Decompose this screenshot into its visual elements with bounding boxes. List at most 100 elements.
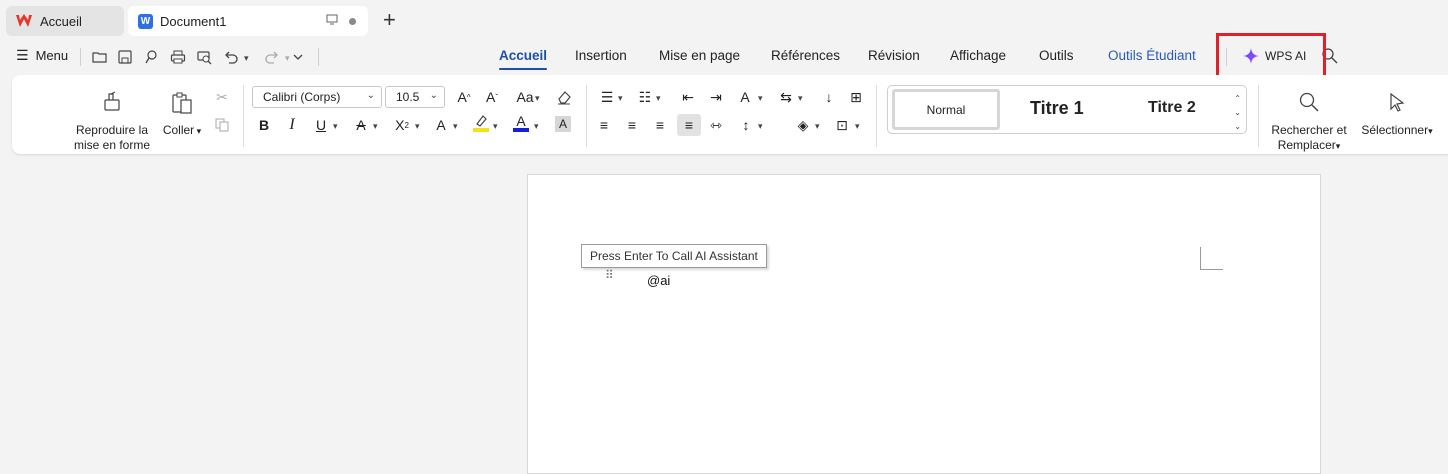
tab-home-label: Accueil bbox=[40, 13, 82, 29]
line-spacing-icon[interactable]: ↕ bbox=[737, 116, 755, 134]
paste-button[interactable]: Coller ▾ bbox=[160, 91, 204, 139]
borders-icon[interactable]: ⊡ bbox=[833, 116, 851, 134]
asian-layout-icon[interactable]: ⇆ bbox=[777, 88, 795, 106]
menu-button[interactable]: ☰ Menu bbox=[16, 47, 68, 64]
text-direction-dropdown-icon[interactable]: ▾ bbox=[758, 93, 763, 104]
font-size-select[interactable]: 10.5 ⌄ bbox=[385, 86, 445, 108]
find-replace-label-2: Remplacer bbox=[1277, 138, 1336, 152]
expand-icon[interactable]: ⌄ bbox=[1234, 120, 1241, 134]
ai-assistant-tooltip: Press Enter To Call AI Assistant bbox=[581, 244, 767, 268]
undo-dropdown-icon[interactable]: ▾ bbox=[244, 53, 249, 64]
line-spacing-dropdown-icon[interactable]: ▾ bbox=[758, 121, 763, 132]
tab-mise-en-page[interactable]: Mise en page bbox=[659, 48, 740, 63]
monitor-icon[interactable] bbox=[326, 14, 338, 25]
character-shading-icon[interactable]: A bbox=[555, 116, 571, 132]
tab-references[interactable]: Références bbox=[771, 48, 840, 63]
ribbon-toolbar: Reproduire la mise en forme Coller ▾ ✂ C… bbox=[12, 75, 1448, 154]
clipboard-icon bbox=[172, 92, 192, 114]
align-center-icon[interactable]: ≡ bbox=[623, 116, 641, 134]
sort-icon[interactable]: ↓ bbox=[820, 88, 838, 106]
new-tab-plus-icon[interactable]: + bbox=[383, 9, 396, 31]
style-normal[interactable]: Normal bbox=[892, 89, 1000, 130]
chevron-down-icon: ⌄ bbox=[366, 90, 375, 101]
distributed-icon[interactable]: ⇿ bbox=[707, 116, 725, 134]
margin-corner-mark bbox=[1200, 247, 1223, 270]
align-left-icon[interactable]: ≡ bbox=[595, 116, 613, 134]
divider bbox=[80, 48, 81, 66]
show-marks-icon[interactable]: ⊞ bbox=[847, 88, 865, 106]
export-pdf-icon[interactable] bbox=[142, 48, 160, 66]
tab-document[interactable]: W Document1 bbox=[128, 6, 368, 36]
chevron-up-icon[interactable]: ⌃ bbox=[1234, 92, 1241, 106]
paste-dropdown-icon: ▾ bbox=[194, 126, 202, 136]
clear-format-icon[interactable] bbox=[555, 88, 573, 106]
find-replace-button[interactable]: Rechercher et Remplacer▾ bbox=[1268, 91, 1350, 154]
tab-outils-etudiant[interactable]: Outils Étudiant bbox=[1108, 48, 1196, 63]
italic-icon[interactable]: I bbox=[283, 116, 301, 134]
bullet-list-icon[interactable]: ☰ bbox=[598, 88, 616, 106]
numbered-list-dropdown-icon[interactable]: ▾ bbox=[656, 93, 661, 104]
text-direction-icon[interactable]: A bbox=[736, 88, 754, 106]
print-preview-icon[interactable] bbox=[195, 48, 213, 66]
numbered-list-icon[interactable]: ☷ bbox=[636, 88, 654, 106]
text-effect-dropdown-icon[interactable]: ▾ bbox=[453, 121, 458, 132]
chevron-down-icon[interactable]: ⌄ bbox=[1234, 106, 1241, 120]
change-case-dropdown-icon[interactable]: ▾ bbox=[535, 93, 540, 104]
underline-icon[interactable]: U bbox=[312, 116, 330, 134]
borders-dropdown-icon[interactable]: ▾ bbox=[855, 121, 860, 132]
decrease-indent-icon[interactable]: ⇤ bbox=[679, 88, 697, 106]
undo-icon[interactable] bbox=[222, 48, 240, 66]
tab-revision[interactable]: Révision bbox=[868, 48, 920, 63]
tab-home[interactable]: Accueil bbox=[6, 6, 124, 36]
save-icon[interactable] bbox=[116, 48, 134, 66]
document-page[interactable] bbox=[527, 174, 1321, 474]
superscript-icon[interactable]: X2 bbox=[393, 116, 411, 134]
tab-insertion[interactable]: Insertion bbox=[575, 48, 627, 63]
select-button[interactable]: Sélectionner▾ bbox=[1354, 91, 1440, 139]
paste-label: Coller bbox=[162, 123, 195, 137]
font-name-select[interactable]: Calibri (Corps) ⌄ bbox=[252, 86, 382, 108]
text-effect-icon[interactable]: A bbox=[432, 116, 450, 134]
style-title-1[interactable]: Titre 1 bbox=[1030, 98, 1084, 119]
increase-indent-icon[interactable]: ⇥ bbox=[707, 88, 725, 106]
font-color-dropdown-icon[interactable]: ▾ bbox=[534, 121, 539, 132]
style-title-2[interactable]: Titre 2 bbox=[1148, 99, 1196, 117]
copy-icon[interactable] bbox=[213, 116, 231, 134]
redo-icon[interactable] bbox=[263, 48, 281, 66]
align-right-icon[interactable]: ≡ bbox=[651, 116, 669, 134]
bold-icon[interactable]: B bbox=[255, 116, 273, 134]
bullet-list-dropdown-icon[interactable]: ▾ bbox=[618, 93, 623, 104]
format-painter-button[interactable]: Reproduire la mise en forme bbox=[70, 91, 154, 153]
justify-icon[interactable]: ≡ bbox=[677, 114, 701, 136]
unsaved-dot-icon[interactable] bbox=[349, 18, 356, 25]
tab-document-label: Document1 bbox=[160, 13, 227, 29]
font-name-value: Calibri (Corps) bbox=[263, 90, 341, 104]
font-color-icon[interactable]: A bbox=[512, 114, 530, 132]
underline-dropdown-icon[interactable]: ▾ bbox=[333, 121, 338, 132]
grow-font-icon[interactable]: A ^ bbox=[455, 88, 473, 106]
tab-affichage[interactable]: Affichage bbox=[950, 48, 1006, 63]
tab-accueil[interactable]: Accueil bbox=[499, 48, 548, 70]
highlight-icon[interactable] bbox=[472, 114, 490, 132]
open-folder-icon[interactable] bbox=[91, 48, 109, 66]
styles-scroll[interactable]: ⌃ ⌄ ⌄ bbox=[1234, 92, 1241, 134]
more-icon[interactable] bbox=[289, 48, 307, 66]
shrink-font-icon[interactable]: Aˇ bbox=[483, 88, 501, 106]
asian-layout-dropdown-icon[interactable]: ▾ bbox=[798, 93, 803, 104]
styles-gallery: Normal Titre 1 Titre 2 ⌃ ⌄ ⌄ bbox=[887, 85, 1247, 134]
font-size-value: 10.5 bbox=[396, 90, 420, 104]
wps-ai-highlight-box bbox=[1216, 33, 1326, 78]
shading-dropdown-icon[interactable]: ▾ bbox=[815, 121, 820, 132]
format-painter-label-2: mise en forme bbox=[73, 138, 151, 152]
strikethrough-dropdown-icon[interactable]: ▾ bbox=[373, 121, 378, 132]
drag-handle-icon[interactable]: ⠿ bbox=[605, 269, 615, 281]
cursor-icon bbox=[1390, 92, 1405, 112]
print-icon[interactable] bbox=[169, 48, 187, 66]
superscript-dropdown-icon[interactable]: ▾ bbox=[415, 121, 420, 132]
document-text[interactable]: @ai bbox=[647, 273, 670, 288]
shading-icon[interactable]: ◈ bbox=[794, 116, 812, 134]
tab-outils[interactable]: Outils bbox=[1039, 48, 1074, 63]
strikethrough-icon[interactable]: A bbox=[352, 116, 370, 134]
highlight-dropdown-icon[interactable]: ▾ bbox=[493, 121, 498, 132]
cut-icon[interactable]: ✂ bbox=[213, 88, 231, 106]
